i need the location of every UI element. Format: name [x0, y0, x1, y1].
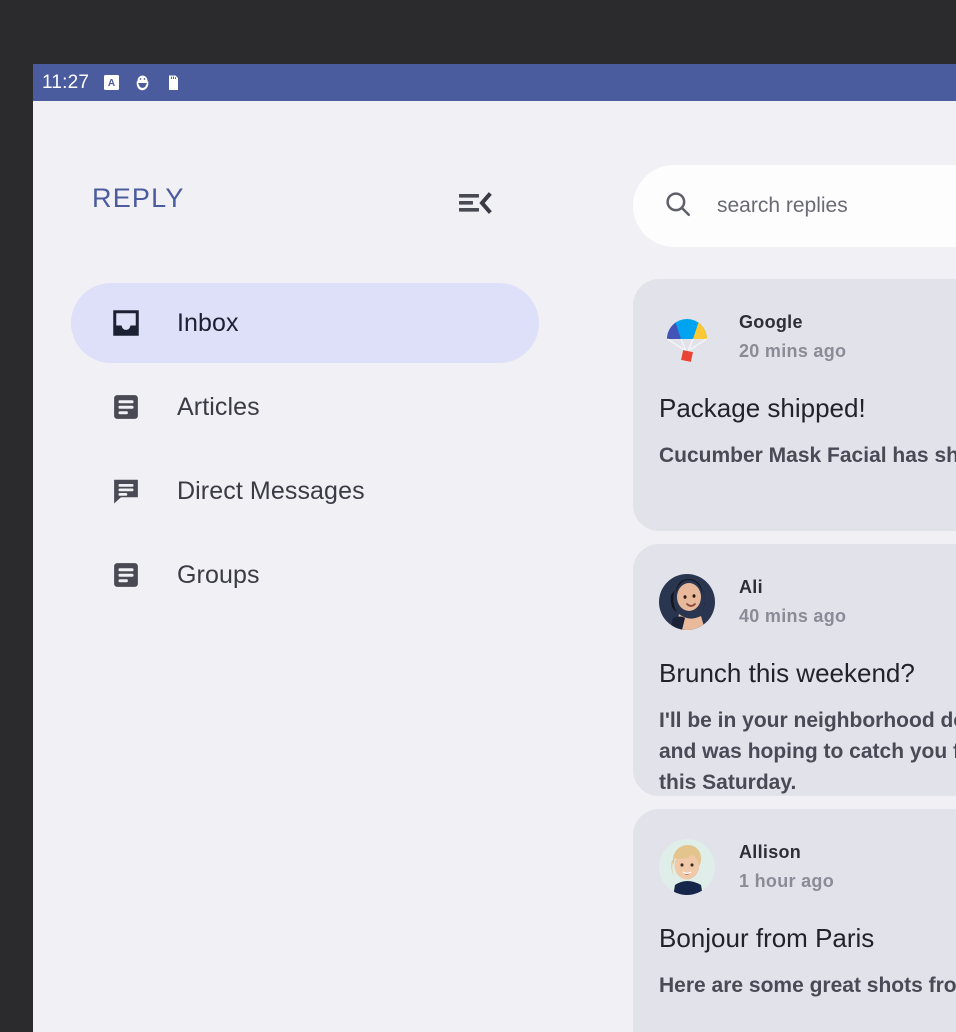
- android-debug-icon: [134, 74, 151, 92]
- search-bar[interactable]: [633, 165, 956, 247]
- chat-icon: [111, 476, 141, 506]
- allison-photo-avatar: [659, 839, 715, 895]
- email-list-pane: Google 20 mins ago Package shipped! Cucu…: [600, 101, 956, 1032]
- email-preview: Here are some great shots from my trip..…: [659, 970, 956, 1001]
- sidebar-item-articles[interactable]: Articles: [71, 367, 539, 447]
- email-header: Ali 40 mins ago: [659, 574, 956, 630]
- email-header: Allison 1 hour ago: [659, 839, 956, 895]
- status-bar: 11:27 A: [33, 64, 956, 101]
- sidebar-header: REPLY: [33, 183, 600, 227]
- article-icon: [111, 560, 141, 590]
- svg-text:A: A: [108, 78, 115, 89]
- email-subject: Package shipped!: [659, 393, 956, 424]
- sidebar-item-groups[interactable]: Groups: [71, 535, 539, 615]
- ali-photo-avatar: [659, 574, 715, 630]
- status-bar-clock: 11:27: [42, 72, 89, 94]
- email-meta: Google 20 mins ago: [739, 312, 846, 362]
- email-sender: Google: [739, 312, 846, 333]
- email-timestamp: 40 mins ago: [739, 606, 846, 627]
- sd-card-icon: [165, 74, 182, 92]
- email-header: Google 20 mins ago: [659, 309, 956, 365]
- app-body: REPLY Inbox: [33, 101, 956, 1032]
- menu-collapse-icon[interactable]: [458, 188, 494, 218]
- email-list-item[interactable]: Ali 40 mins ago Brunch this weekend? I'l…: [633, 544, 956, 796]
- email-meta: Ali 40 mins ago: [739, 577, 846, 627]
- sidebar-item-inbox[interactable]: Inbox: [71, 283, 539, 363]
- sidebar-item-label: Articles: [177, 393, 260, 422]
- search-input[interactable]: [717, 194, 956, 218]
- email-subject: Brunch this weekend?: [659, 658, 956, 689]
- email-list-item[interactable]: Google 20 mins ago Package shipped! Cucu…: [633, 279, 956, 531]
- navigation-sidebar: REPLY Inbox: [33, 101, 600, 1032]
- google-parachute-avatar: [659, 309, 715, 365]
- app-brand-title: REPLY: [92, 183, 185, 214]
- sidebar-item-label: Inbox: [177, 309, 239, 338]
- email-timestamp: 1 hour ago: [739, 871, 834, 892]
- email-meta: Allison 1 hour ago: [739, 842, 834, 892]
- email-subject: Bonjour from Paris: [659, 923, 956, 954]
- article-icon: [111, 392, 141, 422]
- email-list-item[interactable]: Allison 1 hour ago Bonjour from Paris He…: [633, 809, 956, 1032]
- sidebar-item-label: Direct Messages: [177, 477, 365, 506]
- sidebar-item-label: Groups: [177, 561, 260, 590]
- font-size-a-icon: A: [103, 74, 120, 92]
- email-timestamp: 20 mins ago: [739, 341, 846, 362]
- email-preview: I'll be in your neighborhood doing erran…: [659, 705, 956, 798]
- email-preview: Cucumber Mask Facial has shipped.: [659, 440, 956, 471]
- search-icon: [663, 189, 693, 224]
- sidebar-item-direct-messages[interactable]: Direct Messages: [71, 451, 539, 531]
- email-sender: Allison: [739, 842, 834, 863]
- device-viewport: 11:27 A: [33, 64, 956, 1032]
- email-sender: Ali: [739, 577, 846, 598]
- inbox-icon: [111, 308, 141, 338]
